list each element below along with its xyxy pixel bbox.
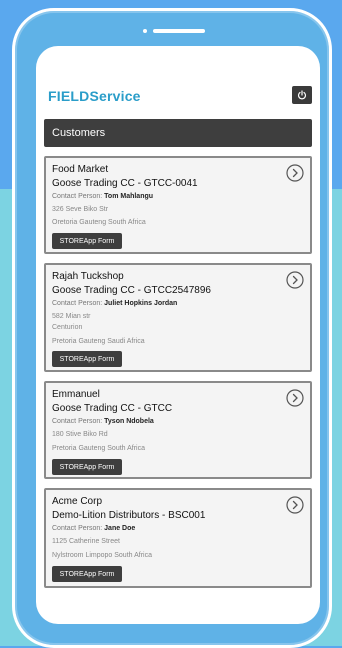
address-line: Nylstroom Limpopo South Africa xyxy=(52,552,152,559)
customer-card[interactable]: Rajah Tuckshop Goose Trading CC - GTCC25… xyxy=(44,263,312,372)
address-line: Pretoria Gauteng South Africa xyxy=(52,445,145,452)
app-logo: FIELDService xyxy=(48,88,141,104)
power-icon xyxy=(297,90,307,100)
app-screen: FIELDService Customers Food Market Goose… xyxy=(36,46,320,624)
address-line: 326 Seve Biko Str xyxy=(52,206,109,213)
camera-dot xyxy=(143,29,147,33)
contact-person: Contact Person: Tom Mahlangu xyxy=(52,193,153,200)
store-app-form-button[interactable]: STOREApp Form xyxy=(52,566,122,582)
contact-person: Contact Person: Tyson Ndobela xyxy=(52,418,154,425)
customer-card[interactable]: Emmanuel Goose Trading CC - GTCC Contact… xyxy=(44,381,312,479)
address-line: Oretoria Gauteng South Africa xyxy=(52,219,146,226)
chevron-right-icon[interactable] xyxy=(286,496,304,514)
customer-name: Emmanuel xyxy=(52,389,100,400)
contact-name: Jane Doe xyxy=(104,525,136,532)
speaker-bar xyxy=(153,29,205,33)
contact-name: Tyson Ndobela xyxy=(104,418,154,425)
power-button[interactable] xyxy=(292,86,312,104)
contact-person: Contact Person: Juliet Hopkins Jordan xyxy=(52,300,177,307)
store-app-form-button[interactable]: STOREApp Form xyxy=(52,351,122,367)
address-line: Centurion xyxy=(52,324,83,331)
store-app-form-button[interactable]: STOREApp Form xyxy=(52,459,122,475)
customer-name: Acme Corp xyxy=(52,496,103,507)
page-title: Customers xyxy=(44,119,312,147)
address-line: 180 Stive Biko Rd xyxy=(52,431,108,438)
customer-name: Rajah Tuckshop xyxy=(52,271,124,282)
contact-label: Contact Person: xyxy=(52,300,103,307)
contact-label: Contact Person: xyxy=(52,193,103,200)
address-line: 1125 Catherine Street xyxy=(52,538,120,545)
chevron-right-icon[interactable] xyxy=(286,164,304,182)
address-line: Pretoria Gauteng Saudi Africa xyxy=(52,338,145,345)
contact-name: Tom Mahlangu xyxy=(104,193,154,200)
customer-card[interactable]: Food Market Goose Trading CC - GTCC-0041… xyxy=(44,156,312,254)
store-app-form-button[interactable]: STOREApp Form xyxy=(52,233,122,249)
customer-name: Food Market xyxy=(52,164,109,175)
chevron-right-icon[interactable] xyxy=(286,271,304,289)
customer-company: Demo-Lition Distributors - BSC001 xyxy=(52,510,206,521)
customer-company: Goose Trading CC - GTCC xyxy=(52,403,173,414)
contact-label: Contact Person: xyxy=(52,525,103,532)
chevron-right-icon[interactable] xyxy=(286,389,304,407)
contact-label: Contact Person: xyxy=(52,418,103,425)
customer-card[interactable]: Acme Corp Demo-Lition Distributors - BSC… xyxy=(44,488,312,588)
customer-company: Goose Trading CC - GTCC-0041 xyxy=(52,178,198,189)
customer-company: Goose Trading CC - GTCC2547896 xyxy=(52,285,211,296)
address-line: 582 Mian str xyxy=(52,313,91,320)
contact-person: Contact Person: Jane Doe xyxy=(52,525,135,532)
contact-name: Juliet Hopkins Jordan xyxy=(104,300,178,307)
